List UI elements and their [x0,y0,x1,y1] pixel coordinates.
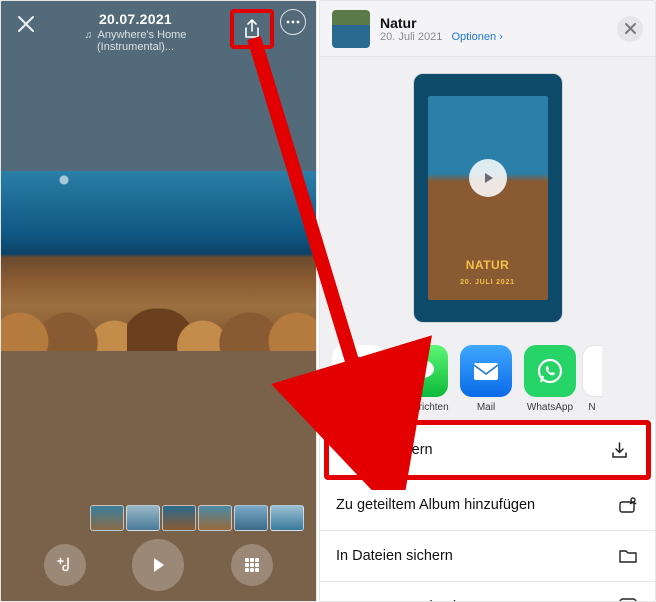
action-shared-album[interactable]: Zu geteiltem Album hinzufügen [320,480,655,531]
action-copy-documents[interactable]: In Documents kopieren [320,582,655,602]
share-app-airdrop[interactable]: AirDrop [326,345,390,413]
action-label: Zu geteiltem Album hinzufügen [336,497,535,513]
play-icon [149,556,167,574]
share-icon [243,19,261,39]
shared-album-icon [617,494,639,516]
share-app-messages[interactable]: Nachrichten [390,345,454,413]
filmstrip-thumb[interactable] [162,505,196,531]
music-note-icon [85,29,96,41]
action-save-video[interactable]: Video sichern [324,420,651,480]
share-preview-area: NATUR 20. JULI 2021 [320,57,655,343]
airdrop-icon [340,353,376,389]
music-plus-icon [55,555,75,575]
play-button[interactable] [132,539,184,591]
grid-icon [243,556,261,574]
share-app-label: N [582,402,602,413]
share-button[interactable] [238,15,266,43]
share-action-list: Video sichern Zu geteiltem Album hinzufü… [320,420,655,602]
share-app-more[interactable]: N [582,345,602,413]
share-app-label: WhatsApp [518,402,582,413]
grid-button[interactable] [231,544,273,586]
memory-date: 20.07.2021 [41,11,230,27]
preview-caption-date: 20. JULI 2021 [414,279,562,286]
share-sheet-options-link[interactable]: Optionen › [451,31,502,43]
filmstrip-thumb[interactable] [234,505,268,531]
close-button[interactable] [11,9,41,39]
preview-caption: NATUR [414,258,562,272]
documents-app-icon [617,596,639,602]
filmstrip-thumb[interactable] [198,505,232,531]
share-sheet-header: Natur 20. Juli 2021 Optionen › [320,1,655,57]
more-button[interactable] [280,9,306,35]
share-preview-card: NATUR 20. JULI 2021 [413,73,563,323]
memory-bottom-controls [1,539,316,591]
share-app-label: Nachrichten [390,402,454,413]
ellipsis-icon [286,20,300,24]
music-settings-button[interactable] [44,544,86,586]
action-save-files[interactable]: In Dateien sichern [320,531,655,582]
track-name-line2: (Instrumental)... [97,41,174,53]
share-sheet-close-button[interactable] [617,16,643,42]
share-sheet-subtitle: 20. Juli 2021 Optionen › [380,31,503,43]
track-name-line1: Anywhere's Home [98,29,187,41]
play-icon [481,171,495,185]
download-icon [608,439,630,461]
share-app-mail[interactable]: Mail [454,345,518,413]
share-app-row: AirDrop Nachrichten Mail [320,343,655,419]
memory-track: Anywhere's Home (Instrumental)... [41,29,230,53]
close-icon [625,23,636,34]
whatsapp-icon [534,355,566,387]
action-label: In Dateien sichern [336,548,453,564]
filmstrip-thumb[interactable] [126,505,160,531]
messages-icon [406,355,438,387]
memory-top-bar: 20.07.2021 Anywhere's Home (Instrumental… [1,1,316,59]
share-sheet-thumbnail [332,10,370,48]
notes-icon [582,345,602,397]
share-sheet-title: Natur [380,15,503,31]
folder-icon [617,545,639,567]
memory-filmstrip [90,505,304,531]
share-app-whatsapp[interactable]: WhatsApp [518,345,582,413]
filmstrip-thumb[interactable] [270,505,304,531]
memory-photo [1,171,316,351]
memory-player-screen: 20.07.2021 Anywhere's Home (Instrumental… [0,0,317,602]
share-sheet-screen: Natur 20. Juli 2021 Optionen › NATUR [319,0,656,602]
share-sheet-date: 20. Juli 2021 [380,31,442,43]
preview-play-button[interactable] [469,159,507,197]
share-app-label: Mail [454,402,518,413]
mail-icon [469,354,503,388]
share-button-highlight [230,9,274,49]
memory-title: 20.07.2021 Anywhere's Home (Instrumental… [41,9,230,53]
filmstrip-thumb[interactable] [90,505,124,531]
share-app-label: AirDrop [326,402,390,413]
action-label: Video sichern [345,442,433,458]
